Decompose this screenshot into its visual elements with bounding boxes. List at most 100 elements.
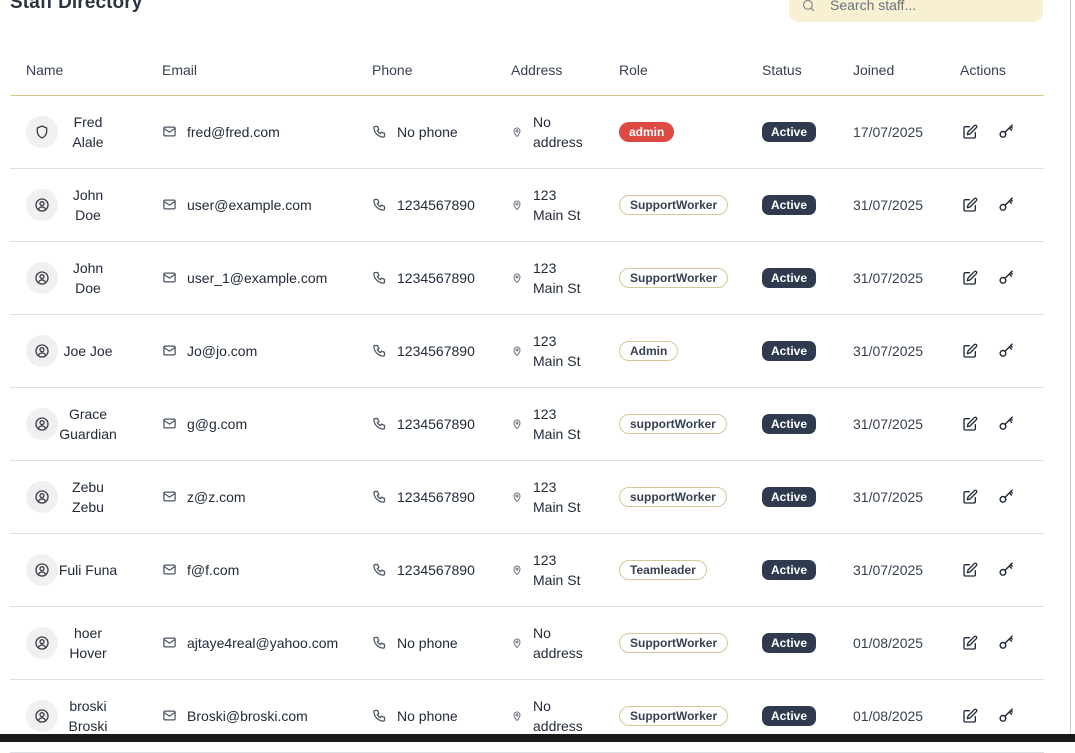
address-line-1: No bbox=[533, 697, 551, 714]
actions-cell bbox=[944, 606, 1044, 680]
reset-password-button[interactable] bbox=[996, 268, 1016, 288]
status-badge: Active bbox=[762, 559, 817, 580]
column-header-address[interactable]: Address bbox=[495, 46, 603, 96]
column-header-email[interactable]: Email bbox=[146, 46, 356, 96]
avatar bbox=[26, 188, 58, 221]
edit-button[interactable] bbox=[960, 487, 980, 507]
table-row[interactable]: Joe Joe Jo@jo.com 1234567890 123 Main St … bbox=[10, 314, 1044, 388]
key-icon bbox=[998, 562, 1013, 576]
actions-cell bbox=[944, 533, 1044, 607]
phone-icon bbox=[373, 709, 386, 722]
avatar bbox=[26, 553, 58, 586]
staff-address: No address bbox=[533, 696, 583, 736]
table-row[interactable]: Fuli Funa f@f.com 1234567890 123 Main St … bbox=[10, 533, 1044, 607]
address-line-2: address bbox=[533, 133, 583, 150]
role-badge: SupportWorker bbox=[619, 632, 729, 653]
map-pin-icon bbox=[513, 273, 521, 283]
role-cell: SupportWorker bbox=[603, 168, 746, 242]
table-row[interactable]: John Doe user@example.com 1234567890 123 M… bbox=[10, 168, 1044, 242]
table-row[interactable]: Zebu Zebu z@z.com 1234567890 123 Main St s… bbox=[10, 460, 1044, 534]
status-cell: Active bbox=[746, 606, 837, 680]
edit-button[interactable] bbox=[960, 633, 980, 653]
scrollbar-track[interactable] bbox=[1070, 0, 1071, 734]
phone-icon bbox=[373, 344, 386, 357]
search-input[interactable] bbox=[828, 0, 1022, 14]
edit-button[interactable] bbox=[960, 414, 980, 434]
reset-password-button[interactable] bbox=[996, 341, 1016, 361]
email-cell: f@f.com bbox=[146, 533, 356, 607]
edit-icon bbox=[963, 635, 978, 650]
edit-button[interactable] bbox=[960, 268, 980, 288]
edit-icon bbox=[963, 562, 978, 577]
table-row[interactable]: hoer Hover ajtaye4real@yahoo.com No phone… bbox=[10, 606, 1044, 680]
reset-password-button[interactable] bbox=[996, 560, 1016, 580]
staff-email: z@z.com bbox=[187, 488, 246, 505]
role-cell: supportWorker bbox=[603, 460, 746, 534]
address-cell: No address bbox=[495, 606, 603, 680]
edit-icon bbox=[963, 416, 978, 431]
address-line-2: Main St bbox=[533, 425, 581, 442]
column-header-phone[interactable]: Phone bbox=[356, 46, 495, 96]
reset-password-button[interactable] bbox=[996, 414, 1016, 434]
table-row[interactable]: Fred Alale fred@fred.com No phone No addre… bbox=[10, 95, 1044, 169]
address-line-1: 123 bbox=[533, 551, 557, 568]
edit-button[interactable] bbox=[960, 560, 980, 580]
address-cell: 123 Main St bbox=[495, 168, 603, 242]
search-icon bbox=[802, 0, 815, 11]
phone-cell: 1234567890 bbox=[356, 460, 495, 534]
reset-password-button[interactable] bbox=[996, 122, 1016, 142]
reset-password-button[interactable] bbox=[996, 706, 1016, 726]
edit-button[interactable] bbox=[960, 706, 980, 726]
table-row[interactable]: Grace Guardian g@g.com 1234567890 123 Main… bbox=[10, 387, 1044, 461]
avatar bbox=[26, 261, 58, 294]
staff-address: 123 Main St bbox=[533, 550, 580, 590]
staff-first-name: hoer bbox=[73, 624, 103, 641]
user-circle-icon bbox=[35, 562, 49, 577]
email-cell: user@example.com bbox=[146, 168, 356, 242]
address-line-1: 123 bbox=[533, 478, 557, 495]
column-header-role[interactable]: Role bbox=[603, 46, 746, 96]
column-header-name[interactable]: Name bbox=[10, 46, 146, 96]
map-pin-icon bbox=[513, 638, 521, 648]
edit-button[interactable] bbox=[960, 122, 980, 142]
staff-email: fred@fred.com bbox=[187, 123, 280, 140]
joined-date: 31/07/2025 bbox=[853, 269, 924, 286]
key-icon bbox=[998, 489, 1013, 503]
mail-icon bbox=[163, 491, 176, 502]
status-badge: Active bbox=[762, 632, 817, 653]
column-header-status[interactable]: Status bbox=[746, 46, 837, 96]
edit-icon bbox=[963, 197, 978, 212]
column-header-joined[interactable]: Joined bbox=[837, 46, 944, 96]
table-row[interactable]: John Doe user_1@example.com 1234567890 12… bbox=[10, 241, 1044, 315]
mail-icon bbox=[163, 272, 176, 283]
joined-date: 31/07/2025 bbox=[853, 415, 924, 432]
staff-first-name: broski bbox=[69, 697, 107, 714]
address-line-2: address bbox=[533, 717, 583, 734]
joined-cell: 31/07/2025 bbox=[837, 387, 944, 461]
reset-password-button[interactable] bbox=[996, 633, 1016, 653]
role-cell: supportWorker bbox=[603, 387, 746, 461]
joined-date: 31/07/2025 bbox=[853, 488, 924, 505]
reset-password-button[interactable] bbox=[996, 195, 1016, 215]
user-circle-icon bbox=[35, 416, 49, 431]
avatar bbox=[26, 699, 58, 732]
role-badge: Teamleader bbox=[619, 559, 707, 580]
edit-button[interactable] bbox=[960, 195, 980, 215]
reset-password-button[interactable] bbox=[996, 487, 1016, 507]
address-line-2: Main St bbox=[533, 279, 581, 296]
avatar bbox=[26, 115, 58, 148]
search-box[interactable] bbox=[789, 0, 1043, 22]
address-line-1: 123 bbox=[533, 186, 557, 203]
staff-name: Fuli Funa bbox=[58, 560, 118, 580]
actions-cell bbox=[944, 241, 1044, 315]
key-icon bbox=[998, 270, 1013, 284]
edit-button[interactable] bbox=[960, 341, 980, 361]
staff-first-name: John bbox=[72, 259, 104, 276]
staff-name: John Doe bbox=[58, 258, 118, 298]
staff-first-name: Joe Joe bbox=[63, 342, 113, 359]
joined-cell: 31/07/2025 bbox=[837, 168, 944, 242]
status-cell: Active bbox=[746, 387, 837, 461]
phone-cell: 1234567890 bbox=[356, 533, 495, 607]
staff-phone: 1234567890 bbox=[397, 561, 475, 578]
staff-email: g@g.com bbox=[187, 415, 248, 432]
